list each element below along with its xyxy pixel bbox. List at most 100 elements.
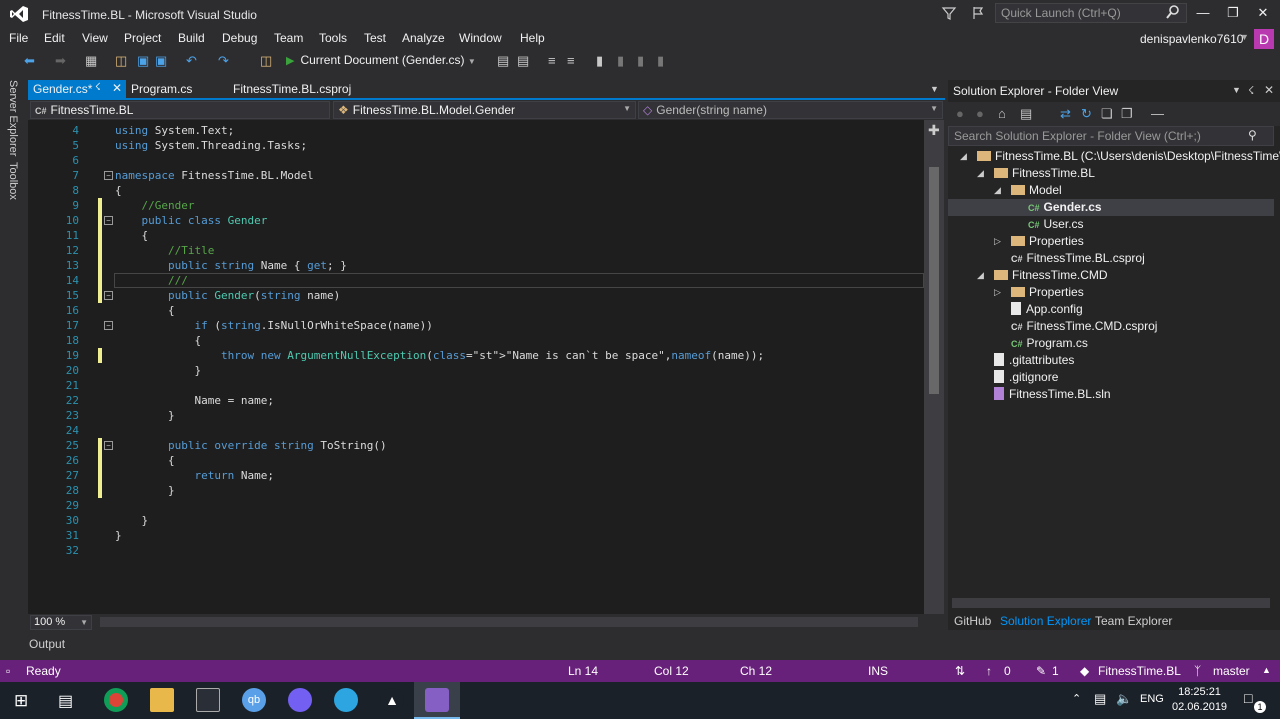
close-icon[interactable]: ✕ <box>1264 83 1274 97</box>
code-line[interactable]: //Title <box>115 243 214 258</box>
code-line[interactable]: } <box>115 528 122 543</box>
chrome-icon[interactable] <box>104 688 128 712</box>
language-indicator[interactable]: ENG <box>1140 693 1164 705</box>
clear-bookmarks-icon[interactable]: ▮ <box>657 54 664 68</box>
pencil-icon[interactable]: ✎ <box>1036 664 1046 678</box>
menu-team[interactable]: Team <box>274 31 303 45</box>
search-icon[interactable] <box>1166 5 1180 22</box>
zoom-dropdown[interactable]: 100 % ▼ <box>30 615 92 630</box>
switch-views-icon[interactable]: ▤ <box>1020 107 1032 121</box>
chevron-down-icon[interactable]: ▼ <box>468 57 476 66</box>
output-tab[interactable]: Output <box>29 637 65 651</box>
viber-icon[interactable] <box>288 688 312 712</box>
prev-bookmark-icon[interactable]: ▮ <box>617 54 624 68</box>
menu-debug[interactable]: Debug <box>222 31 257 45</box>
tab-fitnesstime-bl-csproj[interactable]: FitnessTime.BL.csproj <box>228 80 356 99</box>
server-explorer-tab[interactable]: Server Explorer <box>7 80 19 156</box>
find-in-files-icon[interactable]: ◫ <box>260 54 272 68</box>
back-icon[interactable]: ⬅ <box>24 54 35 68</box>
maximize-button[interactable]: ❐ <box>1218 2 1248 24</box>
sync-icon[interactable]: ⇄ <box>1060 107 1071 121</box>
menu-help[interactable]: Help <box>520 31 545 45</box>
tree-item[interactable]: C# FitnessTime.BL.csproj <box>1011 250 1145 267</box>
menu-build[interactable]: Build <box>178 31 205 45</box>
unpushed-count[interactable]: 0 <box>1004 664 1011 678</box>
unity-icon[interactable]: ▲ <box>380 688 404 712</box>
show-hidden-icons-icon[interactable]: ⌃ <box>1072 692 1081 705</box>
comment-icon[interactable]: ≡ <box>548 54 556 68</box>
tree-item[interactable]: C# User.cs <box>1028 216 1084 233</box>
output-window-icon[interactable]: ▫ <box>6 664 10 678</box>
tree-item[interactable]: FitnessTime.BL (C:\Users\denis\Desktop\F… <box>977 148 1280 165</box>
menu-file[interactable]: File <box>9 31 28 45</box>
menu-view[interactable]: View <box>82 31 108 45</box>
tree-item[interactable]: FitnessTime.BL.sln <box>994 386 1111 403</box>
code-line[interactable]: throw new ArgumentNullException(class="s… <box>115 348 764 363</box>
back-icon[interactable]: ● <box>956 107 964 121</box>
branch-name[interactable]: master <box>1213 664 1250 678</box>
qbittorrent-icon[interactable]: qb <box>242 688 266 712</box>
editor-scroll-thumb[interactable] <box>929 167 939 394</box>
file-explorer-icon[interactable] <box>150 688 174 712</box>
properties-icon[interactable]: — <box>1151 107 1164 121</box>
code-line[interactable]: { <box>115 183 122 198</box>
tree-item[interactable]: .gitattributes <box>994 352 1074 369</box>
solution-explorer-search-input[interactable]: Search Solution Explorer - Folder View (… <box>948 126 1274 146</box>
show-all-files-icon[interactable]: ❐ <box>1121 107 1133 121</box>
close-button[interactable]: ✕ <box>1248 2 1278 24</box>
solution-explorer-scrollbar[interactable] <box>952 598 1270 608</box>
bookmark-icon[interactable]: ▮ <box>596 54 603 68</box>
split-view-icon[interactable]: ✚ <box>928 122 940 139</box>
notifications-flag-icon[interactable] <box>970 5 986 21</box>
run-button[interactable]: ▶ Current Document (Gender.cs) ▼ <box>286 53 476 71</box>
collapsed-arrow-icon[interactable]: ▷ <box>994 233 1001 250</box>
tree-item[interactable]: C# FitnessTime.CMD.csproj <box>1011 318 1157 335</box>
menu-tools[interactable]: Tools <box>319 31 347 45</box>
task-view-icon[interactable]: ▤ <box>58 691 73 711</box>
tree-item[interactable]: C# Gender.cs <box>1028 199 1102 216</box>
code-editor[interactable]: 4 using System.Text; 5 using System.Threadi… <box>28 120 924 614</box>
menu-window[interactable]: Window <box>459 31 502 45</box>
telegram-icon[interactable] <box>334 688 358 712</box>
menu-edit[interactable]: Edit <box>44 31 65 45</box>
menu-analyze[interactable]: Analyze <box>402 31 445 45</box>
avatar[interactable]: D <box>1254 29 1274 49</box>
code-line[interactable]: namespace FitnessTime.BL.Model <box>115 168 314 183</box>
uncomment-icon[interactable]: ≡ <box>567 54 575 68</box>
menu-test[interactable]: Test <box>364 31 386 45</box>
close-icon[interactable]: ✕ <box>112 81 122 95</box>
search-icon[interactable]: ⚲ <box>1248 128 1257 142</box>
repo-icon[interactable]: ◆ <box>1080 664 1089 678</box>
project-dropdown[interactable]: C# FitnessTime.BL <box>30 101 330 119</box>
user-name[interactable]: denispavlenko7610 <box>1140 32 1243 46</box>
member-dropdown[interactable]: ◇ Gender(string name) ▼ <box>638 101 943 119</box>
collapse-icon[interactable]: − <box>104 321 113 330</box>
code-line[interactable]: { <box>115 453 175 468</box>
expanded-arrow-icon[interactable]: ◢ <box>977 165 984 182</box>
collapse-all-icon[interactable]: ❏ <box>1101 107 1113 121</box>
collapse-icon[interactable]: − <box>104 171 113 180</box>
tree-item[interactable]: Properties <box>1011 233 1084 250</box>
open-folder-icon[interactable]: ◫ <box>115 54 127 68</box>
expanded-arrow-icon[interactable]: ◢ <box>960 148 967 165</box>
menu-project[interactable]: Project <box>124 31 161 45</box>
code-line[interactable]: public string Name { get; } <box>115 258 347 273</box>
visual-studio-logo-icon[interactable] <box>10 6 28 22</box>
chevron-down-icon[interactable]: ▼ <box>1232 85 1241 95</box>
collapse-icon[interactable]: − <box>104 216 113 225</box>
tab-solution-explorer[interactable]: Solution Explorer <box>1000 614 1091 628</box>
windows-start-icon[interactable]: ⊞ <box>14 691 28 711</box>
code-line[interactable]: } <box>115 483 175 498</box>
taskbar-clock[interactable]: 18:25:21 02.06.2019 <box>1172 685 1227 715</box>
quick-launch-input[interactable]: Quick Launch (Ctrl+Q) <box>995 3 1187 23</box>
expanded-arrow-icon[interactable]: ◢ <box>994 182 1001 199</box>
chevron-down-icon[interactable]: ▼ <box>1240 32 1249 42</box>
tree-item[interactable]: C# Program.cs <box>1011 335 1088 352</box>
branch-icon[interactable]: ᛉ <box>1194 664 1201 678</box>
code-line[interactable]: { <box>115 228 148 243</box>
git-sync-icon[interactable]: ⇅ <box>955 664 965 678</box>
action-center-icon[interactable]: □ <box>1244 690 1252 706</box>
tab-github[interactable]: GitHub <box>954 614 991 628</box>
chevron-up-icon[interactable]: ▲ <box>1262 665 1271 675</box>
save-all-icon[interactable]: ▣ <box>155 54 167 68</box>
